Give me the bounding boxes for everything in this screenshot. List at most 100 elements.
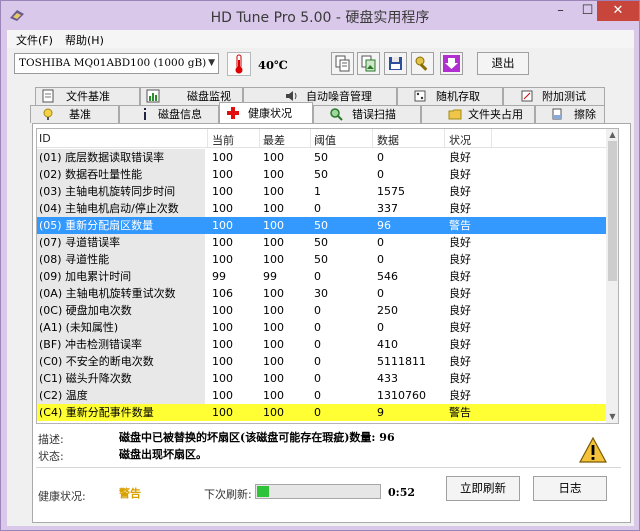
copy-image-icon xyxy=(361,55,376,72)
cell-id: (04) 主轴电机启动/停止次数 xyxy=(37,200,205,217)
copy-screenshot-button[interactable] xyxy=(357,52,380,75)
table-row[interactable]: (C4) 重新分配事件数量 100 100 0 9 警告 xyxy=(37,404,606,421)
cell-status: 良好 xyxy=(449,202,471,215)
scroll-up-icon[interactable]: ▲ xyxy=(608,130,617,139)
tab-health[interactable]: 健康状况 xyxy=(219,102,313,123)
cell-data: 1310760 xyxy=(377,389,426,402)
cell-status: 良好 xyxy=(449,304,471,317)
tab-file-benchmark[interactable]: 文件基准 xyxy=(35,87,140,105)
magnifier-icon xyxy=(330,108,343,121)
tab-extra-tests[interactable]: 附加测试 xyxy=(503,87,605,105)
menu-help[interactable]: 帮助(H) xyxy=(65,32,104,48)
cell-data: 0 xyxy=(377,168,384,181)
vertical-scrollbar[interactable]: ▲ ▼ xyxy=(606,129,618,423)
column-header-data[interactable]: 数据 xyxy=(377,132,399,148)
table-row[interactable]: (05) 重新分配扇区数量 100 100 50 96 警告 xyxy=(37,217,606,234)
smart-table: ID 当前 最差 阈值 数据 状况 (01) 底层数据读取错误率 100 100 50… xyxy=(36,128,619,424)
tab-error-scan[interactable]: 错误扫描 xyxy=(313,105,421,123)
table-row[interactable]: (C2) 温度 100 100 0 1310760 良好 xyxy=(37,387,606,404)
tab-disk-info[interactable]: 磁盘信息 xyxy=(119,105,219,123)
cell-data: 410 xyxy=(377,338,398,351)
cell-status: 良好 xyxy=(449,236,471,249)
cell-data: 96 xyxy=(377,219,391,232)
title-bar[interactable]: HD Tune Pro 5.00 - 硬盘实用程序 – ☐ ✕ xyxy=(1,1,639,30)
cell-worst: 100 xyxy=(263,338,284,351)
cell-id: (BF) 冲击检测错误率 xyxy=(37,336,205,353)
column-header-id[interactable]: ID xyxy=(39,132,51,145)
gauge-icon xyxy=(43,108,53,120)
cell-worst: 99 xyxy=(263,270,277,283)
tab-folder-usage[interactable]: 文件夹占用 xyxy=(421,105,535,123)
thermometer-icon xyxy=(227,52,251,76)
cell-status: 良好 xyxy=(449,151,471,164)
copy-icon xyxy=(335,55,350,72)
log-button[interactable]: 日志 xyxy=(533,476,607,501)
extra-tests-icon xyxy=(521,90,533,102)
cell-threshold: 0 xyxy=(314,270,321,283)
column-header-current[interactable]: 当前 xyxy=(212,132,234,148)
options-button[interactable] xyxy=(411,52,434,75)
table-row[interactable]: (09) 加电累计时间 99 99 0 546 良好 xyxy=(37,268,606,285)
cell-data: 337 xyxy=(377,202,398,215)
cell-status: 良好 xyxy=(449,287,471,300)
cell-worst: 100 xyxy=(263,406,284,419)
table-row[interactable]: (08) 寻道性能 100 100 50 0 良好 xyxy=(37,251,606,268)
cell-threshold: 50 xyxy=(314,219,328,232)
scroll-down-icon[interactable]: ▼ xyxy=(608,412,617,421)
cell-id: (05) 重新分配扇区数量 xyxy=(37,217,205,234)
tab-erase[interactable]: 擦除 xyxy=(535,105,605,123)
table-row[interactable]: (07) 寻道错误率 100 100 50 0 良好 xyxy=(37,234,606,251)
scrollbar-thumb[interactable] xyxy=(608,141,617,281)
table-row[interactable]: (03) 主轴电机旋转同步时间 100 100 1 1575 良好 xyxy=(37,183,606,200)
table-row[interactable]: (04) 主轴电机启动/停止次数 100 100 0 337 良好 xyxy=(37,200,606,217)
table-row[interactable]: (C0) 不安全的断电次数 100 100 0 5111811 良好 xyxy=(37,353,606,370)
cell-status: 良好 xyxy=(449,321,471,334)
cell-status: 良好 xyxy=(449,168,471,181)
cell-data: 546 xyxy=(377,270,398,283)
refresh-now-button[interactable]: 立即刷新 xyxy=(446,476,520,501)
download-update-button[interactable] xyxy=(440,52,463,75)
minimize-button[interactable]: – xyxy=(547,1,574,21)
table-row[interactable]: (0C) 硬盘加电次数 100 100 0 250 良好 xyxy=(37,302,606,319)
cell-worst: 100 xyxy=(263,304,284,317)
warning-triangle-icon xyxy=(578,436,608,463)
table-row[interactable]: (0A) 主轴电机旋转重试次数 106 100 30 0 良好 xyxy=(37,285,606,302)
cell-worst: 100 xyxy=(263,185,284,198)
exit-button[interactable]: 退出 xyxy=(477,52,529,75)
cell-current: 106 xyxy=(212,287,233,300)
column-header-threshold[interactable]: 阈值 xyxy=(314,132,336,148)
tab-benchmark[interactable]: 基准 xyxy=(30,105,119,123)
cell-current: 100 xyxy=(212,219,233,232)
close-button[interactable]: ✕ xyxy=(597,1,639,21)
document-icon xyxy=(42,89,54,103)
save-screenshot-button[interactable] xyxy=(384,52,407,75)
column-header-worst[interactable]: 最差 xyxy=(263,132,285,148)
cell-status: 良好 xyxy=(449,372,471,385)
cell-current: 100 xyxy=(212,236,233,249)
table-row[interactable]: (01) 底层数据读取错误率 100 100 50 0 良好 xyxy=(37,149,606,166)
tab-random-access[interactable]: 随机存取 xyxy=(397,87,503,105)
cell-data: 0 xyxy=(377,321,384,334)
menu-file[interactable]: 文件(F) xyxy=(16,32,53,48)
table-row[interactable]: (A1) (未知属性) 100 100 0 0 良好 xyxy=(37,319,606,336)
column-divider xyxy=(207,129,208,147)
copy-text-button[interactable] xyxy=(331,52,354,75)
column-header-status[interactable]: 状况 xyxy=(449,132,471,148)
temperature-value: 40℃ xyxy=(258,58,288,72)
cell-threshold: 50 xyxy=(314,253,328,266)
table-row[interactable]: (BF) 冲击检测错误率 100 100 0 410 良好 xyxy=(37,336,606,353)
divider xyxy=(36,467,621,468)
app-window: HD Tune Pro 5.00 - 硬盘实用程序 – ☐ ✕ 文件(F) 帮助… xyxy=(0,0,640,531)
refresh-progress-bar xyxy=(255,484,381,499)
cell-worst: 100 xyxy=(263,168,284,181)
eraser-icon xyxy=(552,108,562,120)
cell-threshold: 0 xyxy=(314,372,321,385)
cell-current: 100 xyxy=(212,338,233,351)
cell-data: 0 xyxy=(377,236,384,249)
next-refresh-label: 下次刷新: xyxy=(204,488,252,501)
cell-id: (C4) 重新分配事件数量 xyxy=(37,404,205,421)
table-row[interactable]: (02) 数据吞吐量性能 100 100 50 0 良好 xyxy=(37,166,606,183)
cell-worst: 100 xyxy=(263,151,284,164)
drive-select[interactable]: TOSHIBA MQ01ABD100 (1000 gB) ▼ xyxy=(14,53,219,74)
table-row[interactable]: (C1) 磁头升降次数 100 100 0 433 良好 xyxy=(37,370,606,387)
